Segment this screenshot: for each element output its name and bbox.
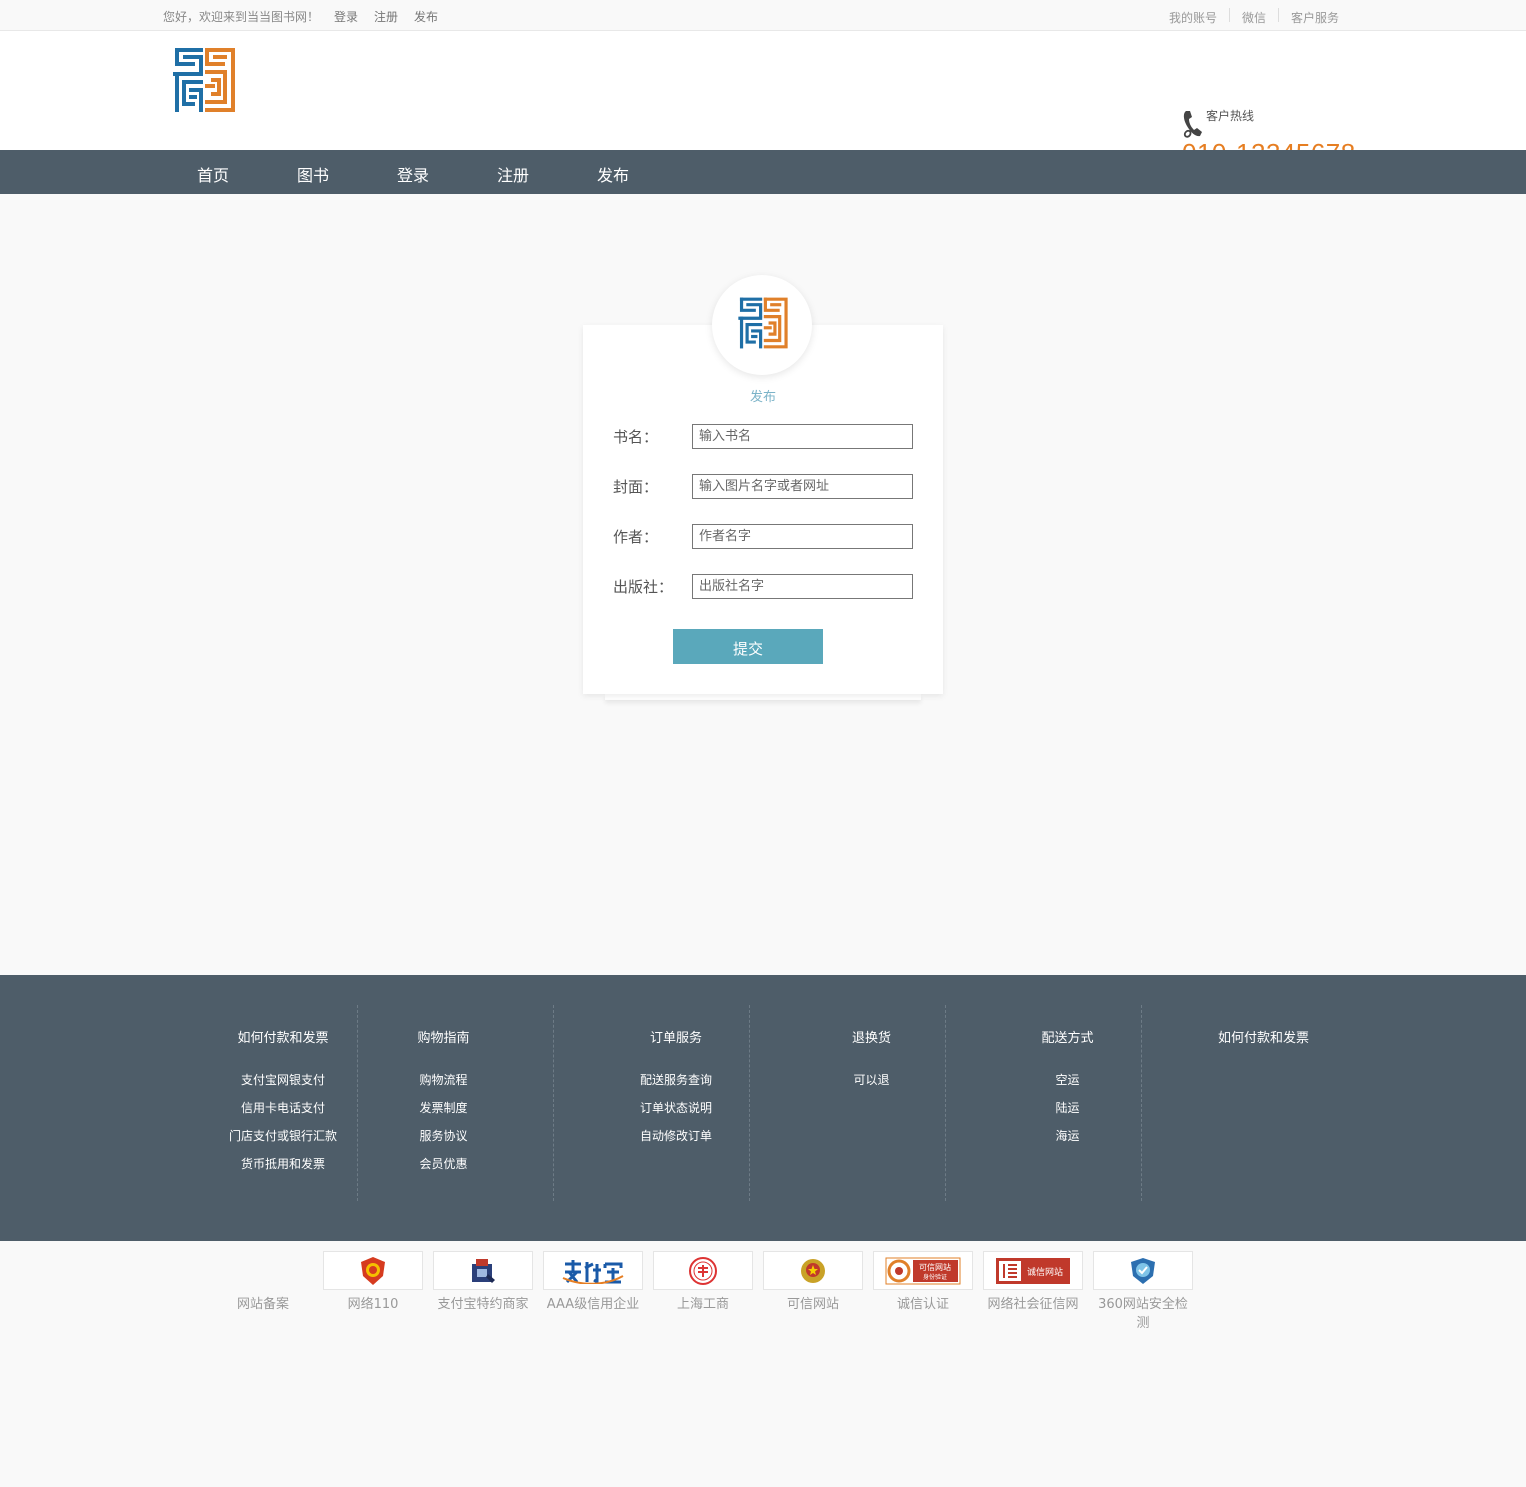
footer-link[interactable]: 配送服务查询 (578, 1071, 774, 1088)
footer-link[interactable]: 陆运 (970, 1099, 1165, 1116)
top-bar: 您好，欢迎来到当当图书网！ 登录 注册 发布 我的账号 微信 客户服务 (0, 0, 1526, 31)
author-input[interactable] (692, 524, 913, 549)
book-title-label: 书名： (613, 428, 659, 446)
card-shadow-layer (605, 694, 921, 700)
top-login-link[interactable]: 登录 (334, 8, 358, 25)
footer-link[interactable]: 可以退 (774, 1071, 969, 1088)
welcome-text: 您好，欢迎来到当当图书网！ (163, 10, 320, 24)
credit-network-icon: 诚信网站 (996, 1257, 1070, 1284)
badge-text: 诚信网站 (1027, 1266, 1063, 1278)
cert-badge[interactable] (433, 1251, 533, 1290)
hotline-label: 客户热线 (1206, 109, 1255, 123)
footer-link[interactable]: 海运 (970, 1127, 1165, 1144)
cert-label: 上海工商 (676, 1297, 729, 1312)
footer-link[interactable]: 购物流程 (346, 1071, 541, 1088)
footer-column: 配送方式 空运 陆运 海运 (945, 1005, 1141, 1201)
footer-column: 如何付款和发票 (1141, 1005, 1337, 1201)
cert-label: 网络社会征信网 (987, 1297, 1079, 1312)
footer-column-title: 购物指南 (417, 1031, 470, 1046)
site-record-label: 网站备案 (236, 1297, 289, 1312)
form-title: 发布 (749, 390, 776, 405)
footer-link[interactable]: 服务协议 (346, 1127, 541, 1144)
nav-item-login[interactable]: 登录 (397, 162, 429, 186)
footer-column-title: 配送方式 (1041, 1031, 1094, 1046)
badge-text: 可信网站 (919, 1262, 951, 1272)
cert-badge[interactable] (543, 1251, 643, 1290)
phone-icon (1183, 111, 1202, 138)
alipay-merchant-icon (472, 1258, 495, 1283)
nav-item-publish[interactable]: 发布 (597, 162, 629, 186)
book-title-input[interactable] (692, 424, 913, 449)
site-footer: 如何付款和发票 支付宝网银支付 信用卡电话支付 门店支付或银行汇款 货币抵用和发… (0, 975, 1526, 1241)
cert-badge[interactable]: 诚信网站 (983, 1251, 1083, 1290)
footer-column-title: 如何付款和发票 (1217, 1031, 1309, 1046)
footer-column-title: 订单服务 (649, 1031, 702, 1046)
footer-column: 订单服务 配送服务查询 订单状态说明 自动修改订单 (553, 1005, 749, 1201)
logo-icon (738, 297, 788, 349)
main-nav: 首页 图书 登录 注册 发布 (0, 150, 1526, 194)
footer-link[interactable]: 自动修改订单 (578, 1127, 774, 1144)
site-logo[interactable] (165, 44, 243, 116)
top-register-link[interactable]: 注册 (374, 8, 398, 25)
site-header: 客户热线 010-12345678 (0, 31, 1526, 168)
cert-label: 360网站安全检测 (1098, 1297, 1188, 1331)
nav-item-register[interactable]: 注册 (497, 162, 529, 186)
logo-icon (173, 48, 235, 112)
shanghai-aic-seal-icon (689, 1256, 717, 1285)
cert-label: 诚信认证 (896, 1297, 949, 1312)
trusted-site-icon: 可信网站 身份验证 (885, 1257, 961, 1284)
cert-label: 网络110 (347, 1297, 399, 1312)
alipay-logo-icon (562, 1259, 624, 1284)
submit-button[interactable]: 提交 (673, 629, 823, 664)
nav-item-home[interactable]: 首页 (197, 162, 229, 186)
publisher-label: 出版社： (613, 578, 674, 596)
cert-badge[interactable] (1093, 1251, 1193, 1290)
cert-badge[interactable]: 可信网站 身份验证 (873, 1251, 973, 1290)
nav-item-books[interactable]: 图书 (297, 162, 329, 186)
footer-column-title: 退换货 (851, 1031, 891, 1046)
cert-badge[interactable] (323, 1251, 423, 1290)
footer-link[interactable]: 发票制度 (346, 1099, 541, 1116)
footer-link[interactable]: 会员优惠 (346, 1155, 541, 1172)
customer-service-link[interactable]: 客户服务 (1291, 9, 1339, 26)
footer-column: 购物指南 购物流程 发票制度 服务协议 会员优惠 (357, 1005, 553, 1201)
divider (1278, 8, 1279, 22)
publisher-input[interactable] (692, 574, 913, 599)
author-label: 作者： (613, 528, 659, 546)
footer-link[interactable]: 订单状态说明 (578, 1099, 774, 1116)
cover-label: 封面： (613, 478, 659, 496)
cert-badge[interactable] (653, 1251, 753, 1290)
cert-badge[interactable] (763, 1251, 863, 1290)
footer-column: 退换货 可以退 (749, 1005, 945, 1201)
security-shield-icon (1131, 1257, 1155, 1284)
cert-label: AAA级信用企业 (546, 1297, 640, 1312)
footer-link[interactable]: 空运 (970, 1071, 1165, 1088)
cover-input[interactable] (692, 474, 913, 499)
divider (1229, 8, 1230, 22)
form-avatar (712, 275, 812, 375)
wechat-link[interactable]: 微信 (1242, 9, 1266, 26)
my-account-link[interactable]: 我的账号 (1169, 9, 1217, 26)
police-emblem-icon (801, 1258, 825, 1283)
cert-label: 支付宝特约商家 (437, 1297, 529, 1312)
cert-label: 可信网站 (786, 1297, 839, 1312)
police-badge-icon (361, 1256, 385, 1285)
badge-text: 身份验证 (923, 1273, 947, 1281)
top-publish-link[interactable]: 发布 (414, 8, 438, 25)
